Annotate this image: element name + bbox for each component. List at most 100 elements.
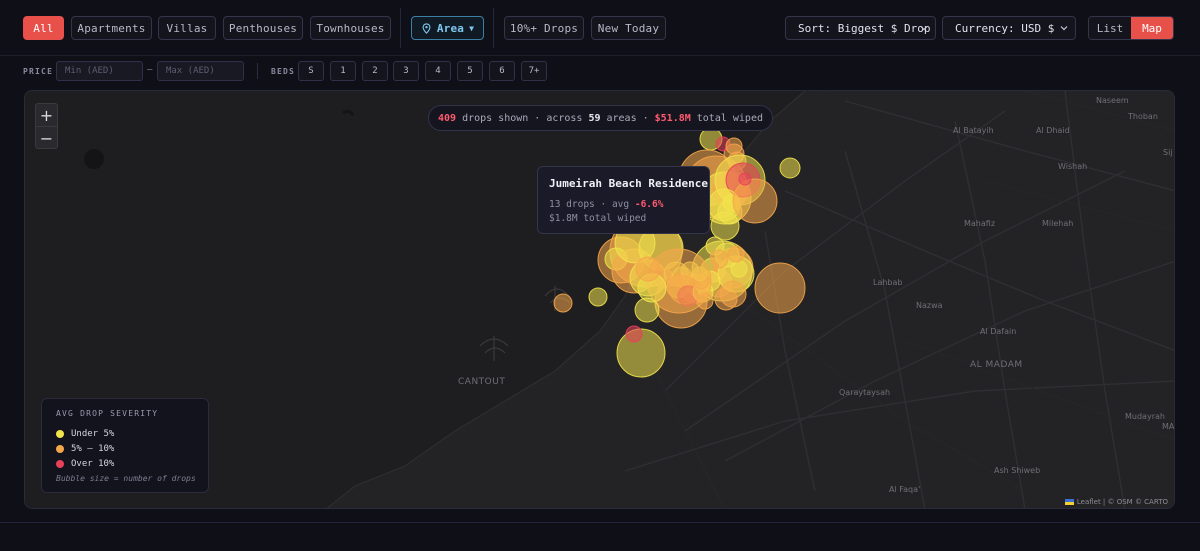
caret-down-icon: ▼ (469, 23, 475, 33)
beds-option-7-plus[interactable]: 7+ (521, 61, 547, 81)
zoom-control: + − (35, 103, 58, 149)
drops-10-plus-button[interactable]: 10%+ Drops (504, 16, 584, 40)
toolbar-divider (400, 8, 401, 48)
map-pin-icon (422, 22, 431, 34)
summary-separator: · (534, 112, 541, 124)
beds-label: BEDS (271, 67, 296, 76)
zoom-out-button[interactable]: − (36, 127, 57, 148)
beds-option-5[interactable]: 5 (457, 61, 483, 81)
chevron-down-icon (920, 26, 928, 31)
chevron-down-icon (1060, 26, 1068, 31)
across-text: across (546, 112, 583, 124)
min-price-input[interactable]: Min (AED) (56, 61, 143, 81)
place-label: Qaraytaysah (839, 388, 891, 397)
legend-label: Over 10% (71, 458, 115, 469)
currency-select-label: Currency: USD $ (955, 21, 1055, 35)
area-bubble-marker[interactable] (727, 245, 745, 263)
area-bubble-marker[interactable] (732, 178, 778, 224)
tooltip-stats: 13 drops · avg -6.6% (549, 198, 698, 212)
drops-count: 409 (438, 112, 457, 124)
map-view-button[interactable]: Map (1131, 17, 1173, 39)
place-label: Ash Shiweb (994, 466, 1041, 475)
legend-dot-red (56, 459, 64, 468)
toolbar-divider (493, 8, 494, 48)
filter-all-button[interactable]: All (23, 16, 64, 40)
area-bubble-marker[interactable] (738, 172, 752, 186)
legend-dot-orange (56, 444, 64, 453)
filter-villas-button[interactable]: Villas (158, 16, 216, 40)
legend-label: 5% – 10% (71, 443, 115, 454)
filter-penthouses-button[interactable]: Penthouses (223, 16, 303, 40)
area-bubble-marker[interactable] (553, 293, 573, 313)
place-label: MA (1162, 422, 1175, 431)
place-label: Nazwa (916, 301, 943, 310)
tooltip-title: Jumeirah Beach Residence (549, 177, 708, 190)
area-bubble-marker[interactable] (625, 325, 643, 343)
area-bubble-marker[interactable] (730, 260, 748, 278)
map-attribution: Leaflet | © OSM © CARTO (1064, 498, 1168, 506)
area-bubble-marker[interactable] (725, 137, 743, 155)
place-label: Milehah (1042, 219, 1074, 228)
area-bubble-marker[interactable] (754, 262, 806, 314)
price-range-dash: – (147, 65, 153, 75)
area-bubble-marker[interactable] (634, 297, 660, 323)
place-label: Mahafiz (964, 219, 996, 228)
area-bubble-marker[interactable] (709, 249, 729, 269)
map-view[interactable]: Naseem Thoban Al Batayih Al Dhaid Wishah… (24, 90, 1175, 509)
area-bubble-marker[interactable] (779, 157, 801, 179)
legend-note: Bubble size = number of drops (56, 474, 196, 483)
areas-text: areas (606, 112, 637, 124)
list-view-button[interactable]: List (1089, 17, 1131, 39)
area-label: Area (436, 21, 465, 35)
price-label: PRICE (23, 67, 54, 76)
view-toggle: List Map (1088, 16, 1174, 40)
filter-divider (257, 63, 258, 79)
sort-select-label: Sort: Biggest $ Drop (798, 21, 931, 35)
area-tooltip: Jumeirah Beach Residence 13 drops · avg … (537, 166, 710, 234)
areas-count: 59 (588, 112, 601, 124)
legend-item-5-10: 5% – 10% (56, 441, 194, 456)
zoom-in-button[interactable]: + (36, 104, 57, 126)
total-wiped-value: $51.8M (654, 112, 691, 124)
place-label: Al Faqa' (889, 485, 921, 494)
beds-option-6[interactable]: 6 (489, 61, 515, 81)
place-label: Wishah (1058, 162, 1088, 171)
new-today-button[interactable]: New Today (591, 16, 666, 40)
beds-option-studio[interactable]: S (298, 61, 324, 81)
place-label: Sij (1163, 148, 1173, 157)
ukraine-flag-icon (1064, 499, 1074, 505)
filter-apartments-button[interactable]: Apartments (71, 16, 152, 40)
area-bubble-marker[interactable] (710, 211, 740, 241)
place-label: Naseem (1096, 96, 1129, 105)
summary-separator: · (642, 112, 649, 124)
place-label: Al Batayih (953, 126, 994, 135)
beds-option-1[interactable]: 1 (330, 61, 356, 81)
total-wiped-text: total wiped (696, 112, 763, 124)
legend-title: AVG DROP SEVERITY (56, 409, 159, 418)
attribution-text: Leaflet | © OSM © CARTO (1076, 498, 1168, 506)
place-label: Mudayrah (1125, 412, 1165, 421)
tooltip-avg-label: · avg (600, 199, 630, 210)
place-label: CANTOUT (458, 377, 506, 387)
beds-option-4[interactable]: 4 (425, 61, 451, 81)
area-dropdown-button[interactable]: Area ▼ (411, 16, 484, 40)
filter-townhouses-button[interactable]: Townhouses (310, 16, 391, 40)
place-label: Thoban (1128, 112, 1158, 121)
place-label: Lahbab (873, 278, 903, 287)
beds-option-3[interactable]: 3 (393, 61, 419, 81)
legend-dot-yellow (56, 429, 64, 438)
footer-divider (0, 522, 1200, 523)
tooltip-total: $1.8M total wiped (549, 213, 647, 224)
sort-select[interactable]: Sort: Biggest $ Drop (785, 16, 936, 40)
area-bubble-marker[interactable] (635, 256, 661, 282)
max-price-input[interactable]: Max (AED) (157, 61, 244, 81)
tooltip-avg-value: -6.6% (634, 199, 664, 210)
area-bubble-marker[interactable] (719, 280, 747, 308)
currency-select[interactable]: Currency: USD $ (942, 16, 1076, 40)
place-label: AL MADAM (970, 360, 1023, 370)
place-label: Al Dafain (980, 327, 1017, 336)
area-bubble-marker[interactable] (588, 287, 608, 307)
legend-item-over-10: Over 10% (56, 456, 194, 471)
summary-pill: 409 drops shown · across 59 areas · $51.… (428, 105, 773, 131)
beds-option-2[interactable]: 2 (362, 61, 388, 81)
